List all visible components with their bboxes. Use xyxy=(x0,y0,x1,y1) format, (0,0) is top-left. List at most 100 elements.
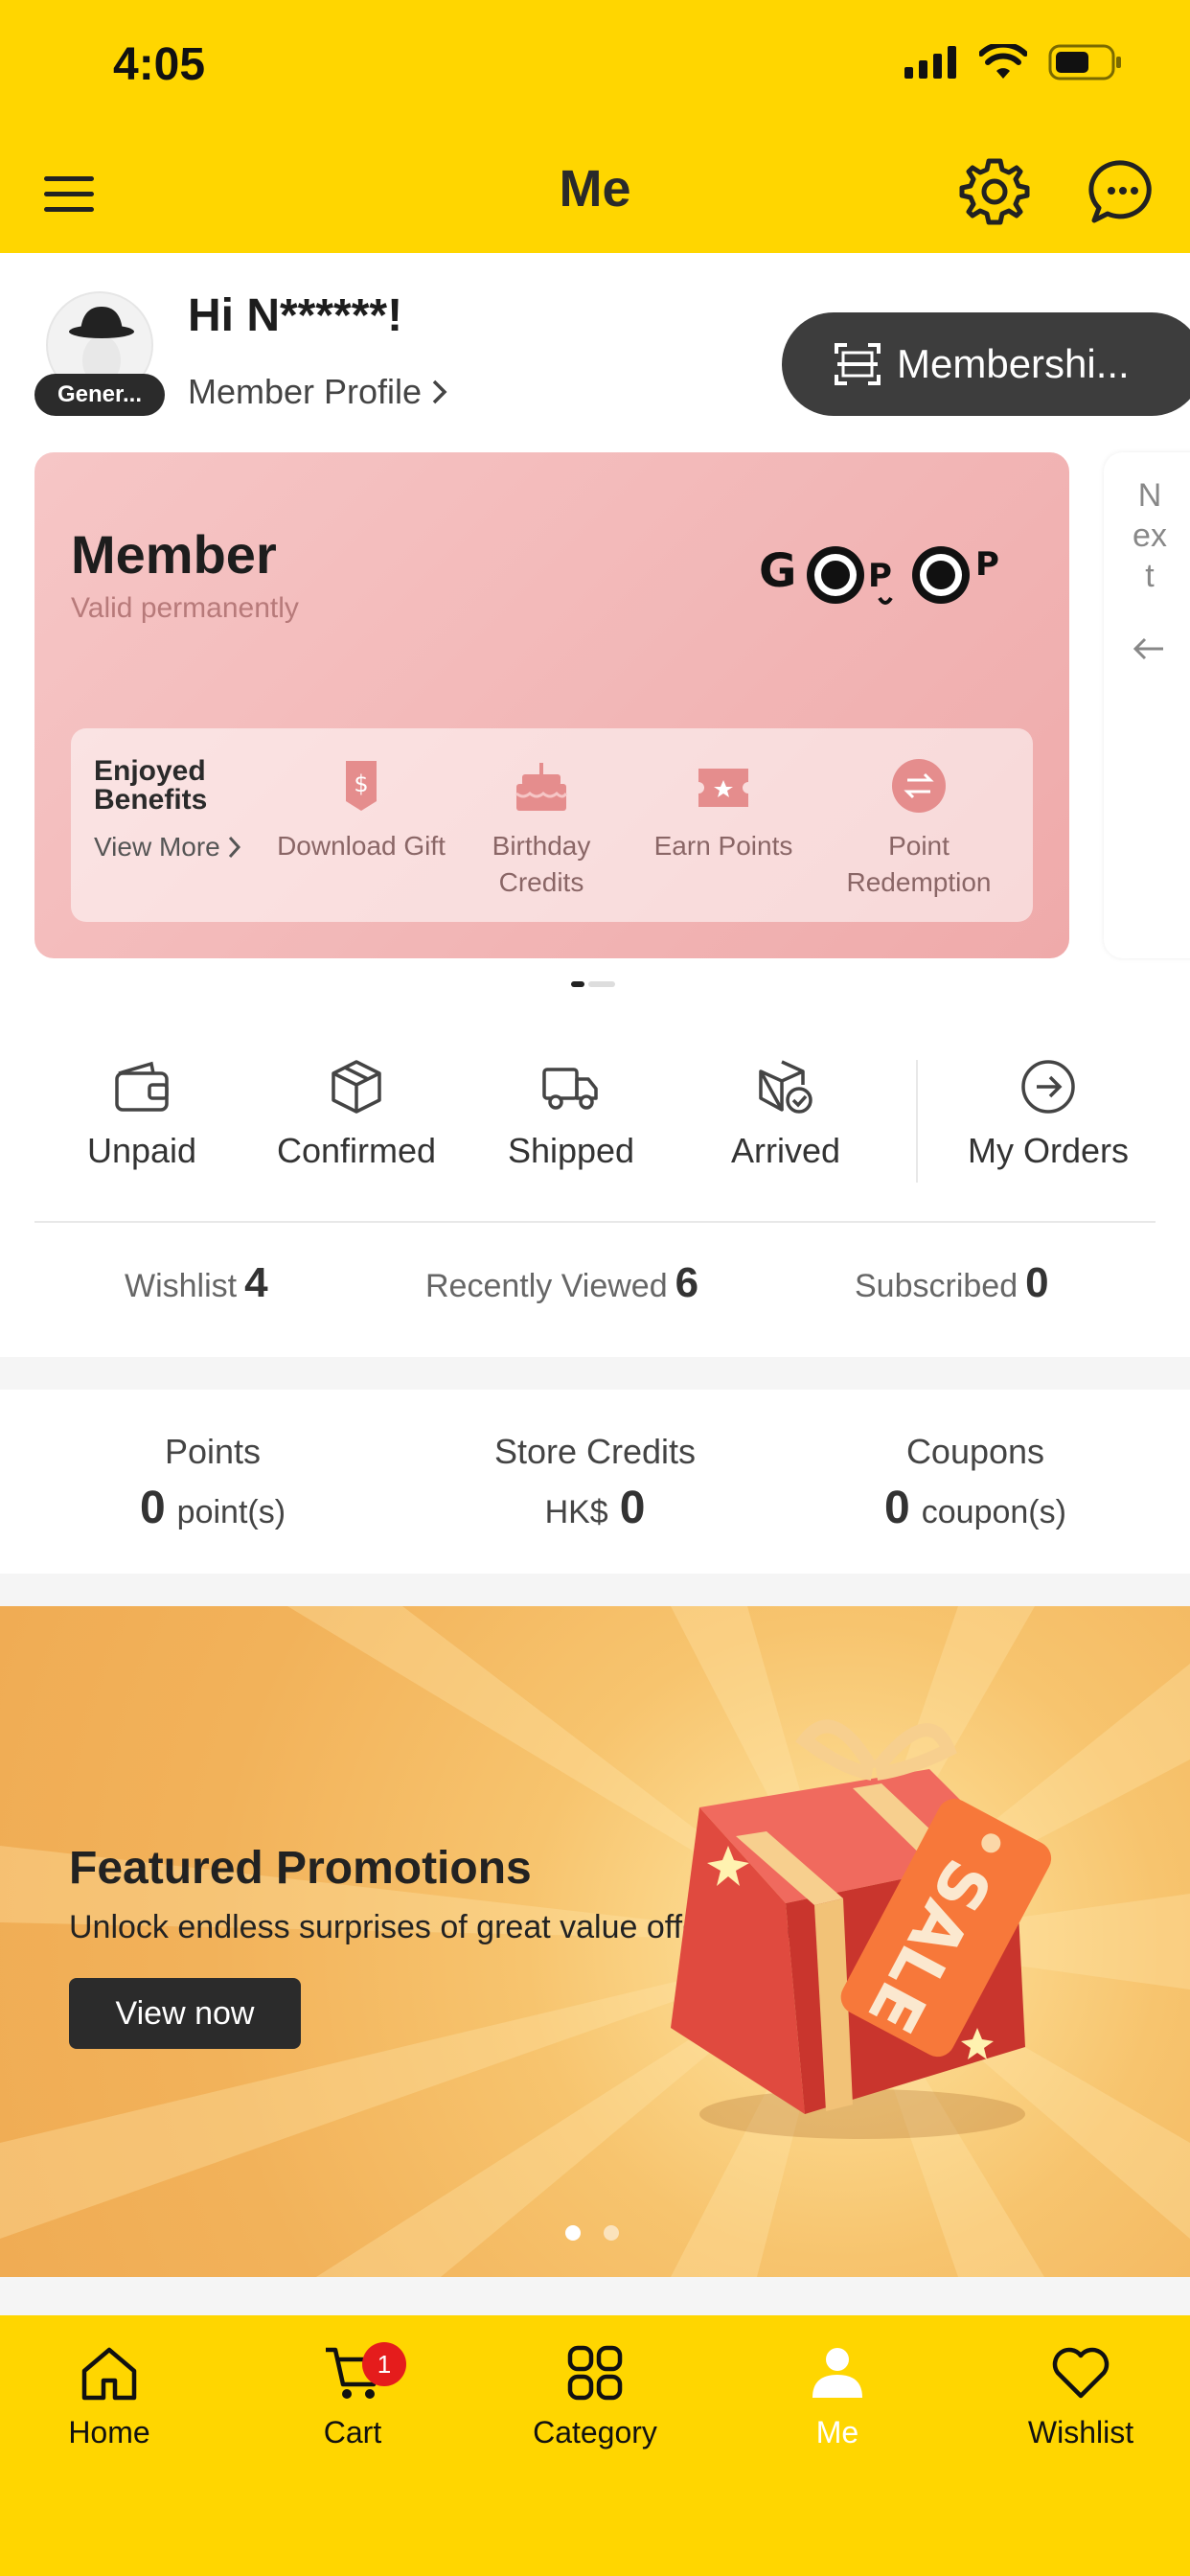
coupons-label: Coupons xyxy=(905,1432,1045,1471)
view-now-button[interactable]: View now xyxy=(69,1978,301,2049)
section-gap xyxy=(0,1574,1190,1606)
nav-bar: Me xyxy=(0,134,1190,253)
membership-label: Membershi... xyxy=(897,341,1130,386)
earn-points-icon xyxy=(698,769,748,807)
status-bar: 4:05 xyxy=(0,0,1190,134)
stats-row: Wishlist 4 Recently Viewed 6 Subscribed … xyxy=(0,1223,1190,1357)
pagination-dot-active xyxy=(571,981,584,987)
promo-banner[interactable]: Featured Promotions Unlock endless surpr… xyxy=(0,1606,1190,2277)
tab-cart[interactable]: 1 Cart xyxy=(257,2342,448,2450)
points-unit: point(s) xyxy=(176,1494,286,1530)
benefit-label: Download Gift xyxy=(277,831,446,861)
wallet-section: Points 0 point(s) Store Credits HK$ 0 Co… xyxy=(0,1390,1190,1574)
greeting: Hi N******! xyxy=(188,290,403,341)
tab-category[interactable]: Category xyxy=(499,2342,691,2450)
member-card[interactable]: Member Valid permanently G P P Enjoyed B… xyxy=(34,452,1069,958)
member-profile-label: Member Profile xyxy=(188,372,423,411)
benefit-earn-points[interactable]: Earn Points xyxy=(632,757,814,864)
section-gap xyxy=(0,1357,1190,1390)
benefit-point-redemption[interactable]: Point Redemption xyxy=(828,757,1010,901)
svg-text:P: P xyxy=(975,545,999,584)
box-icon xyxy=(332,1060,381,1114)
bottom-tab-bar: Home 1 Cart Category Me Wishlist xyxy=(0,2315,1190,2576)
points-value: 0 xyxy=(139,1483,166,1533)
stat-value: 6 xyxy=(675,1259,699,1306)
tab-label: Cart xyxy=(323,2415,382,2450)
benefits-panel: Enjoyed Benefits View More $ Download Gi… xyxy=(71,728,1033,922)
brand-logo: G P P xyxy=(759,544,999,605)
view-more-link[interactable]: View More xyxy=(94,832,241,862)
order-divider xyxy=(916,1060,918,1183)
section-gap xyxy=(0,2277,1190,2315)
stat-wishlist[interactable]: Wishlist 4 xyxy=(125,1259,268,1307)
chat-icon[interactable] xyxy=(1087,155,1159,228)
membership-button[interactable]: Membershi... xyxy=(782,312,1190,416)
promo-title: Featured Promotions xyxy=(69,1843,532,1894)
qr-scan-icon xyxy=(835,343,881,385)
person-icon xyxy=(812,2348,862,2398)
order-unpaid[interactable]: Unpaid xyxy=(36,1056,247,1171)
my-orders-button[interactable]: My Orders xyxy=(943,1056,1154,1171)
profile-section: Gener... Hi N******! Member Profile Memb… xyxy=(0,253,1190,445)
category-icon xyxy=(567,2345,623,2401)
next-card[interactable]: Next xyxy=(1104,452,1190,958)
stat-subscribed[interactable]: Subscribed 0 xyxy=(855,1259,1049,1307)
box-check-icon xyxy=(759,1060,812,1114)
birthday-cake-icon xyxy=(515,763,568,811)
store-credits-item[interactable]: Store Credits HK$ 0 xyxy=(403,1432,787,1534)
tab-label: Category xyxy=(533,2415,657,2450)
home-icon xyxy=(81,2347,137,2401)
tab-label: Me xyxy=(815,2415,859,2450)
points-item[interactable]: Points 0 point(s) xyxy=(21,1432,404,1534)
order-label: Shipped xyxy=(507,1131,635,1170)
coupons-value: 0 xyxy=(884,1483,910,1533)
member-card-title: Member xyxy=(71,524,277,585)
arrow-circle-icon xyxy=(1021,1060,1075,1114)
benefits-title: Enjoyed Benefits xyxy=(94,755,208,816)
tab-home[interactable]: Home xyxy=(13,2342,205,2450)
stat-value: 0 xyxy=(1025,1259,1049,1306)
signal-icon xyxy=(904,46,956,79)
order-label: My Orders xyxy=(967,1131,1129,1170)
order-arrived[interactable]: Arrived xyxy=(680,1056,891,1171)
benefit-birthday-credits[interactable]: Birthday Credits xyxy=(450,757,632,901)
tab-me[interactable]: Me xyxy=(742,2342,933,2450)
order-shipped[interactable]: Shipped xyxy=(466,1056,676,1171)
status-time: 4:05 xyxy=(113,39,206,90)
orders-section: Unpaid Confirmed Shipped Arrived My Orde… xyxy=(0,1035,1190,1223)
order-confirmed[interactable]: Confirmed xyxy=(251,1056,462,1171)
promo-pagination xyxy=(565,2225,619,2241)
benefit-label: Earn Points xyxy=(653,831,793,861)
credits-value: 0 xyxy=(619,1483,646,1533)
pagination-dot xyxy=(604,2225,619,2241)
next-label: Next xyxy=(1133,477,1167,594)
card-pagination xyxy=(571,981,615,987)
gift-box-sale-illustration: SALE xyxy=(671,1719,1052,2139)
wallet-icon xyxy=(115,1061,169,1112)
cart-badge: 1 xyxy=(362,2342,406,2386)
battery-icon xyxy=(1048,44,1121,80)
pagination-dot-active xyxy=(565,2225,581,2241)
svg-text:G: G xyxy=(759,544,796,598)
member-profile-link[interactable]: Member Profile xyxy=(188,372,448,412)
arrow-left-icon xyxy=(1133,637,1163,660)
svg-text:$: $ xyxy=(354,770,368,797)
download-gift-icon: $ xyxy=(346,761,377,811)
stat-label: Wishlist xyxy=(125,1268,238,1304)
tab-label: Wishlist xyxy=(1027,2415,1134,2450)
stat-value: 4 xyxy=(244,1259,268,1306)
order-label: Confirmed xyxy=(276,1131,437,1170)
coupons-item[interactable]: Coupons 0 coupon(s) xyxy=(784,1432,1167,1534)
stat-label: Subscribed xyxy=(855,1268,1018,1304)
tab-wishlist[interactable]: Wishlist xyxy=(985,2342,1177,2450)
truck-icon xyxy=(542,1068,598,1110)
order-label: Unpaid xyxy=(86,1131,197,1170)
pagination-dot xyxy=(588,981,615,987)
point-redemption-icon xyxy=(892,759,946,813)
stat-recently-viewed[interactable]: Recently Viewed 6 xyxy=(425,1259,698,1307)
view-more-label: View More xyxy=(94,832,220,862)
status-icons xyxy=(904,44,1123,80)
gear-icon[interactable] xyxy=(958,155,1031,228)
benefit-download-gift[interactable]: $ Download Gift xyxy=(270,757,452,864)
chevron-right-icon xyxy=(432,380,447,404)
